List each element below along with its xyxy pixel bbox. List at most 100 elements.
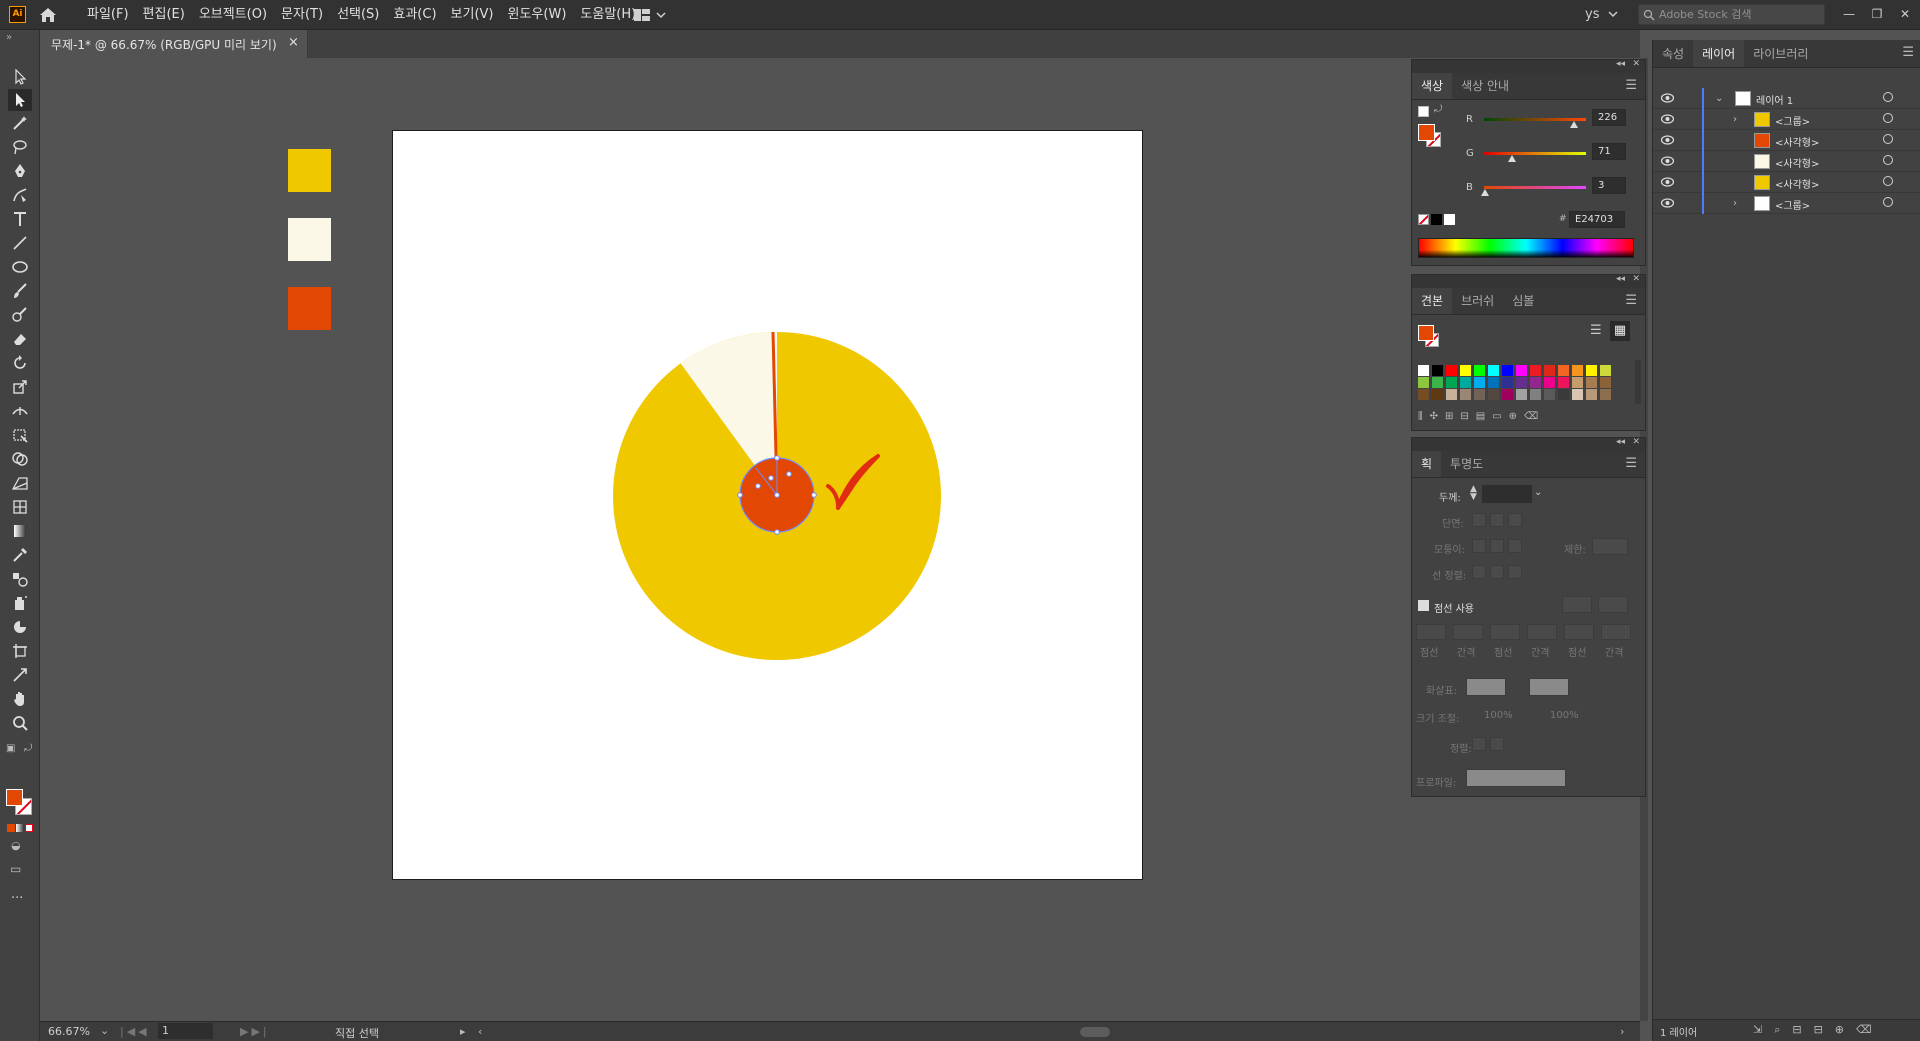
swatch[interactable] xyxy=(1446,389,1457,400)
home-icon[interactable] xyxy=(37,5,59,25)
menu-object[interactable]: 오브젝트(O) xyxy=(192,0,274,30)
pie-artwork[interactable] xyxy=(600,320,960,680)
swatch[interactable] xyxy=(1418,377,1429,388)
orange-sample-square[interactable] xyxy=(288,287,331,330)
color-mode-icon[interactable] xyxy=(7,824,15,832)
user-name[interactable]: ys xyxy=(1585,7,1599,22)
swatch[interactable] xyxy=(1600,365,1611,376)
swatch[interactable] xyxy=(1586,389,1597,400)
chevron-right-icon[interactable]: › xyxy=(1733,114,1737,125)
perspective-icon[interactable] xyxy=(8,472,32,494)
fill-color-swatch[interactable] xyxy=(6,789,23,806)
layer-row[interactable]: <사각형> xyxy=(1653,172,1920,193)
swatch[interactable] xyxy=(1516,377,1527,388)
hand-icon[interactable] xyxy=(8,688,32,710)
layer-name[interactable]: <그룹> xyxy=(1775,113,1810,128)
square-cap-icon[interactable] xyxy=(1508,513,1522,527)
layer-name[interactable]: <사각형> xyxy=(1775,134,1819,149)
swatch[interactable] xyxy=(1488,365,1499,376)
horizontal-scrollbar-thumb[interactable] xyxy=(1080,1027,1110,1037)
layer-action-icons[interactable]: ⇲⌕⊟⊟⊕⌫ xyxy=(1753,1023,1884,1037)
r-slider-knob[interactable] xyxy=(1570,121,1579,128)
magic-wand-icon[interactable] xyxy=(8,112,32,134)
swatch[interactable] xyxy=(1558,365,1569,376)
menu-effect[interactable]: 효과(C) xyxy=(386,0,443,30)
artboard-icon[interactable] xyxy=(8,640,32,662)
zoom-dropdown-icon[interactable]: ⌄ xyxy=(100,1024,109,1037)
swatch[interactable] xyxy=(1586,365,1597,376)
round-cap-icon[interactable] xyxy=(1490,513,1504,527)
g-slider-knob[interactable] xyxy=(1508,155,1517,162)
zoom-icon[interactable] xyxy=(8,712,32,734)
swatch[interactable] xyxy=(1600,389,1611,400)
swatch[interactable] xyxy=(1432,389,1443,400)
swap-colors-icon[interactable]: ⤾ xyxy=(24,743,32,754)
swatch[interactable] xyxy=(1460,377,1471,388)
stock-search[interactable] xyxy=(1638,4,1825,25)
scroll-right-icon[interactable]: › xyxy=(1620,1025,1624,1038)
miter-join-icon[interactable] xyxy=(1472,539,1486,553)
page-prev-icons[interactable]: |◀◀ xyxy=(120,1025,150,1038)
selection-tool-icon[interactable] xyxy=(8,66,32,88)
swatch[interactable] xyxy=(1558,389,1569,400)
page-number[interactable]: 1 xyxy=(158,1023,213,1039)
hex-value[interactable]: E24703 xyxy=(1569,211,1625,228)
close-panel-icon[interactable]: ✕ xyxy=(1632,59,1640,69)
collapse-panel-icon[interactable]: ◂◂ xyxy=(1616,274,1625,284)
layer-target-icon[interactable] xyxy=(1883,197,1893,207)
layer-target-icon[interactable] xyxy=(1883,155,1893,165)
menu-window[interactable]: 윈도우(W) xyxy=(501,0,574,30)
layer-name[interactable]: <그룹> xyxy=(1775,197,1810,212)
align-center-icon[interactable] xyxy=(1472,565,1486,579)
dash-align-icon[interactable] xyxy=(1598,596,1628,613)
page-next-icons[interactable]: ▶▶| xyxy=(240,1025,270,1038)
none-swatch[interactable] xyxy=(1418,214,1429,225)
dashed-line-checkbox[interactable] xyxy=(1418,600,1429,611)
eye-icon[interactable] xyxy=(1661,177,1674,187)
menu-file[interactable]: 파일(F) xyxy=(80,0,136,30)
layer-target-icon[interactable] xyxy=(1883,134,1893,144)
swatch-library-icons[interactable]: ⫼✣⊞⊟▤▭⊕⌫ xyxy=(1418,411,1545,422)
paintbrush-icon[interactable] xyxy=(8,280,32,302)
layer-name[interactable]: <사각형> xyxy=(1775,155,1819,170)
end-arrowhead-select[interactable] xyxy=(1529,678,1569,696)
ellipse-icon[interactable] xyxy=(8,256,32,278)
swatch[interactable] xyxy=(1432,377,1443,388)
width-icon[interactable] xyxy=(8,400,32,422)
direct-selection-tool-icon[interactable] xyxy=(8,89,32,111)
round-join-icon[interactable] xyxy=(1490,539,1504,553)
black-swatch[interactable] xyxy=(1431,214,1442,225)
yellow-sample-square[interactable] xyxy=(288,149,331,192)
swatch[interactable] xyxy=(1446,365,1457,376)
default-colors-icon[interactable]: ▣ xyxy=(6,743,15,754)
swatch[interactable] xyxy=(1572,365,1583,376)
swatch[interactable] xyxy=(1432,365,1443,376)
tab-swatches[interactable]: 견본 xyxy=(1412,288,1453,314)
weight-stepper-icon[interactable]: ▲ ▼ xyxy=(1470,485,1480,503)
tab-layers[interactable]: 레이어 xyxy=(1693,40,1745,67)
swatch[interactable] xyxy=(1558,377,1569,388)
eye-icon[interactable] xyxy=(1661,114,1674,124)
align-inside-icon[interactable] xyxy=(1490,565,1504,579)
b-value[interactable]: 3 xyxy=(1592,177,1626,194)
close-icon[interactable]: ✕ xyxy=(1891,0,1919,30)
swatch[interactable] xyxy=(1586,377,1597,388)
swatch[interactable] xyxy=(1474,365,1485,376)
restore-icon[interactable]: ❐ xyxy=(1863,0,1891,30)
pen-icon[interactable] xyxy=(8,160,32,182)
gradient-mode-icon[interactable] xyxy=(16,824,24,832)
weight-input[interactable] xyxy=(1482,485,1532,503)
line-icon[interactable] xyxy=(8,232,32,254)
scale-end-value[interactable]: 100% xyxy=(1550,710,1579,721)
mesh-icon[interactable] xyxy=(8,496,32,518)
minimize-icon[interactable]: — xyxy=(1835,0,1863,30)
tab-transparency[interactable]: 투명도 xyxy=(1441,451,1492,477)
swatch[interactable] xyxy=(1530,389,1541,400)
menu-type[interactable]: 문자(T) xyxy=(274,0,330,30)
rotate-icon[interactable] xyxy=(8,352,32,374)
white-swatch[interactable] xyxy=(1444,214,1455,225)
eyedropper-icon[interactable] xyxy=(8,544,32,566)
eye-icon[interactable] xyxy=(1661,135,1674,145)
r-value[interactable]: 226 xyxy=(1592,109,1626,126)
panel-menu-icon[interactable]: ☰ xyxy=(1625,78,1637,93)
